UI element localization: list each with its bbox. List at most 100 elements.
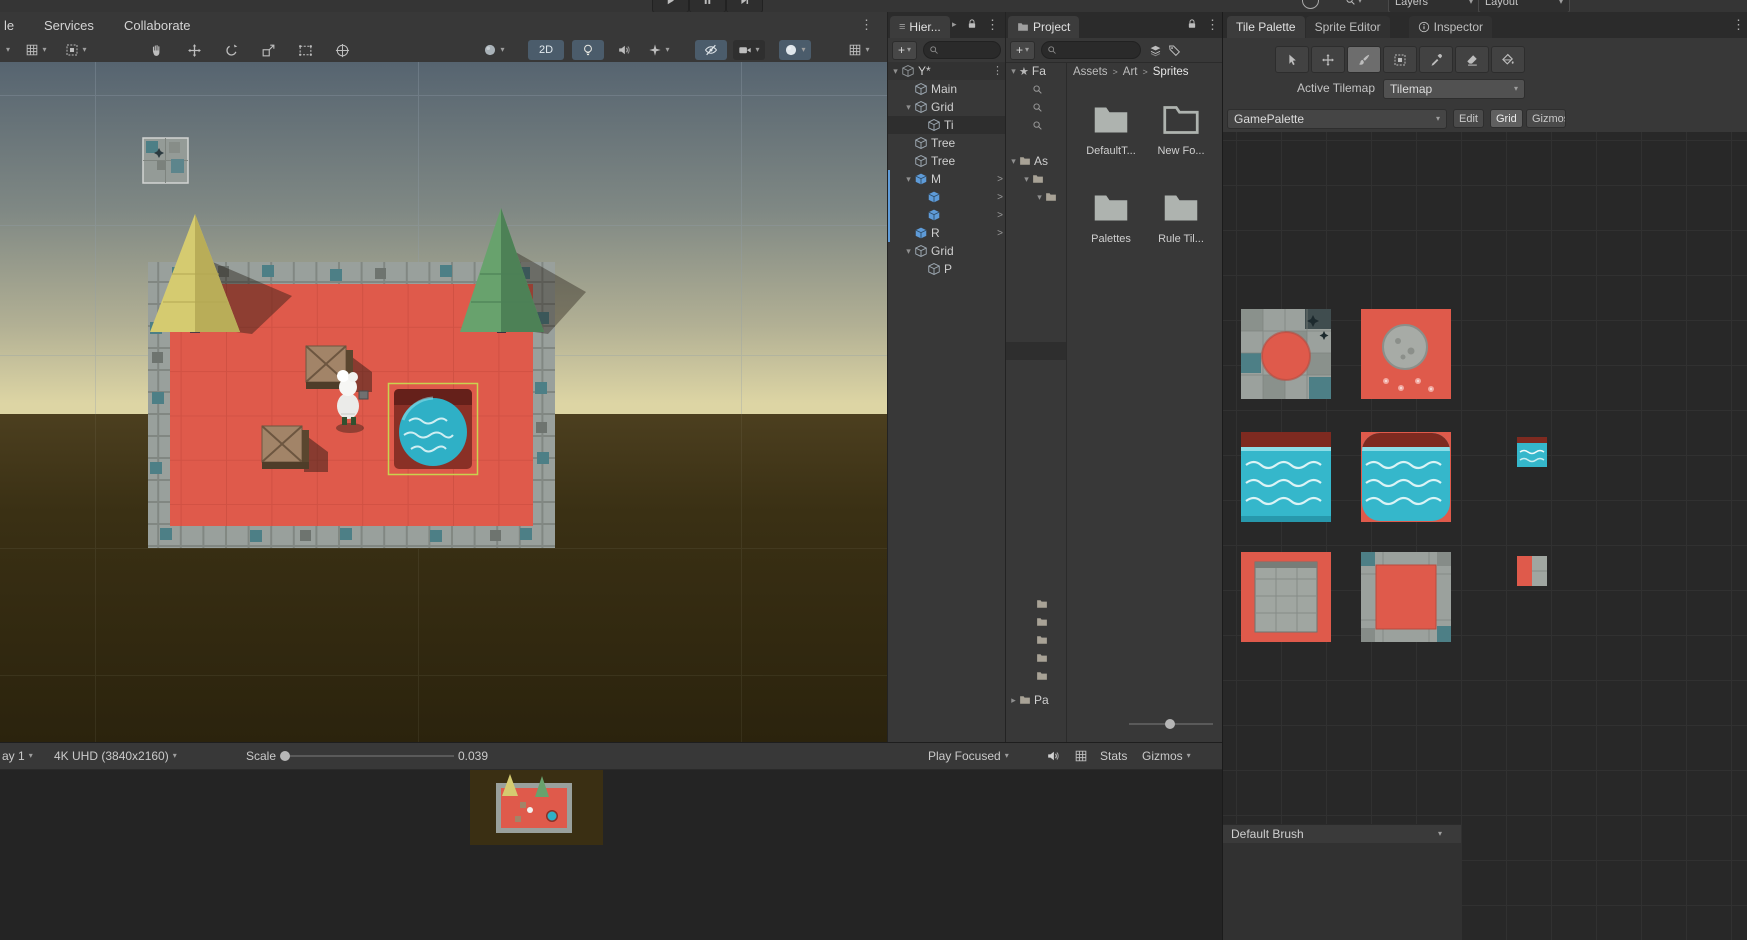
hierarchy-row-prefab-child[interactable]: > (888, 206, 1006, 224)
prefab-open-arrow[interactable]: > (997, 192, 1003, 203)
saved-search-item[interactable] (1006, 98, 1066, 116)
resolution-dropdown[interactable]: 4K UHD (3840x2160) ▾ (54, 743, 177, 769)
search-by-type-icon[interactable] (1149, 44, 1162, 57)
tab-hierarchy[interactable]: ≡ Hier... (890, 16, 950, 38)
shading-mode-dropdown[interactable]: ▾ (478, 40, 510, 60)
breadcrumb-mid[interactable]: Art (1123, 66, 1138, 78)
prefab-open-arrow[interactable]: > (997, 228, 1003, 239)
hierarchy-row[interactable]: Tree (888, 152, 1006, 170)
hand-tool-button[interactable] (140, 40, 172, 60)
hierarchy-row[interactable]: Tree (888, 134, 1006, 152)
saved-search-item[interactable] (1006, 80, 1066, 98)
project-kebab-icon[interactable]: ⋮ (1206, 18, 1219, 31)
hierarchy-search-input[interactable] (923, 41, 1002, 59)
snap-settings-button[interactable]: ▾ (60, 40, 92, 60)
palette-tile-red-stone-small[interactable] (1517, 556, 1547, 586)
display-dropdown[interactable]: ay 1 ▾ (2, 743, 33, 769)
item-scale-slider[interactable] (1129, 718, 1213, 730)
folder-item[interactable]: Rule Til... (1147, 188, 1215, 245)
account-icon[interactable] (1302, 0, 1319, 9)
slider-knob[interactable] (280, 751, 290, 761)
hierarchy-add-button[interactable]: + ▾ (892, 40, 918, 60)
tree-folder-item[interactable]: ▾ (1006, 170, 1066, 188)
tile-picker-tool[interactable] (1419, 46, 1453, 73)
folder-item[interactable]: DefaultT... (1077, 100, 1145, 157)
menu-item-collaborate[interactable]: Collaborate (124, 18, 191, 33)
menu-item-services[interactable]: Services (44, 18, 94, 33)
scene-menu-kebab-icon[interactable]: ⋮ (860, 18, 873, 31)
tree-folder-item[interactable] (1006, 667, 1066, 685)
tab-sprite-editor[interactable]: Sprite Editor (1305, 16, 1390, 38)
hierarchy-row[interactable]: ▾ Grid (888, 242, 1006, 260)
lock-icon[interactable] (966, 18, 978, 30)
water-tile-selected[interactable] (387, 382, 479, 476)
palette-edit-button[interactable]: Edit (1453, 109, 1484, 128)
play-button[interactable] (652, 0, 689, 12)
saved-search-item[interactable] (1006, 116, 1066, 134)
breadcrumb-root[interactable]: Assets (1073, 66, 1108, 78)
stats-button[interactable]: Stats (1100, 743, 1127, 769)
scene-kebab-icon[interactable]: ⋮ (992, 65, 1003, 77)
folder-item[interactable]: New Fo... (1147, 100, 1215, 157)
fold-icon[interactable]: ▾ (903, 246, 914, 257)
tab-inspector[interactable]: Inspector (1408, 16, 1492, 38)
move-tool-button[interactable] (178, 40, 210, 60)
tile-move-tool[interactable] (1311, 46, 1345, 73)
hierarchy-row-selected[interactable]: Ti (888, 116, 1006, 134)
palette-grid-area[interactable] (1223, 132, 1747, 940)
camera-settings-dropdown[interactable]: ▾ (733, 40, 765, 60)
play-focused-dropdown[interactable]: Play Focused ▾ (928, 743, 1009, 769)
vsync-grid-button[interactable] (1074, 743, 1088, 769)
tree-folder-item[interactable] (1006, 631, 1066, 649)
prefab-open-arrow[interactable]: > (997, 174, 1003, 185)
pause-button[interactable] (689, 0, 726, 12)
hierarchy-row-prefab[interactable]: R > (888, 224, 1006, 242)
breadcrumb-leaf[interactable]: Sprites (1153, 66, 1189, 78)
palette-tile-water-rounded[interactable] (1361, 431, 1451, 523)
packages-item[interactable]: ▸ Pa (1006, 691, 1066, 709)
palette-tile-stone-red-circle[interactable] (1241, 308, 1331, 400)
assets-item[interactable]: ▾ As (1006, 152, 1066, 170)
palette-tile-red-stone-circle[interactable] (1361, 308, 1451, 400)
tree-folder-item[interactable] (1006, 613, 1066, 631)
brush-chevron-icon[interactable]: ▾ (1438, 830, 1442, 838)
project-add-button[interactable]: + ▾ (1010, 40, 1036, 60)
mode-2d-button[interactable]: 2D (528, 40, 564, 60)
tile-palette-kebab-icon[interactable]: ⋮ (1732, 18, 1745, 31)
fold-icon[interactable]: ▾ (1034, 192, 1045, 203)
tab-tile-palette[interactable]: Tile Palette (1227, 16, 1305, 38)
game-gizmos-dropdown[interactable]: Gizmos ▾ (1142, 743, 1191, 769)
lock-icon[interactable] (1186, 18, 1198, 30)
step-button[interactable] (726, 0, 763, 12)
palette-grid-button[interactable]: Grid (1490, 109, 1523, 128)
layers-dropdown[interactable]: Layers ▾ (1388, 0, 1480, 12)
mute-audio-button[interactable] (1046, 743, 1060, 769)
scene-visibility-button[interactable] (695, 40, 727, 60)
tile-eraser-tool[interactable] (1455, 46, 1489, 73)
tile-select-tool[interactable] (1275, 46, 1309, 73)
hierarchy-row-scene[interactable]: ▾ Y* ⋮ (888, 62, 1006, 80)
scene-audio-button[interactable] (608, 40, 640, 60)
tile-fill-tool[interactable] (1491, 46, 1525, 73)
tab-project[interactable]: Project (1008, 16, 1080, 38)
hierarchy-row[interactable]: Main (888, 80, 1006, 98)
folder-item[interactable]: Palettes (1077, 188, 1145, 245)
grid-snap-button[interactable]: ▾ (20, 40, 52, 60)
palette-gizmos-button[interactable]: Gizmos (1526, 109, 1566, 128)
fold-icon[interactable]: ▾ (1008, 66, 1019, 77)
prefab-open-arrow[interactable]: > (997, 210, 1003, 221)
tree-folder-item[interactable] (1006, 595, 1066, 613)
fold-icon[interactable]: ▾ (1008, 156, 1019, 167)
lone-stone-tile[interactable] (142, 137, 189, 184)
fold-icon[interactable]: ▸ (1008, 695, 1019, 706)
slider-knob[interactable] (1165, 719, 1175, 729)
layout-dropdown[interactable]: Layout ▾ (1478, 0, 1570, 12)
effects-dropdown[interactable]: ▾ (643, 40, 675, 60)
menu-item-cut[interactable]: le (4, 18, 14, 33)
scene-canvas[interactable] (0, 62, 887, 742)
tree-selected-row[interactable] (1006, 342, 1066, 360)
fold-icon[interactable]: ▾ (903, 102, 914, 113)
tree-folder-item[interactable]: ▾ (1006, 188, 1066, 206)
tree-folder-item[interactable] (1006, 649, 1066, 667)
palette-tile-red-stone-inset[interactable] (1241, 551, 1331, 643)
